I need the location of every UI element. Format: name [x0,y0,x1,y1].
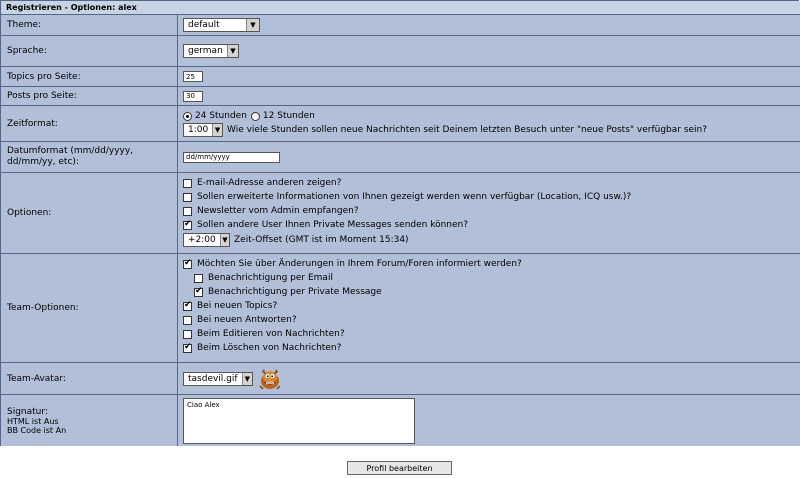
avatar-select[interactable]: tasdevil.gif ▼ [183,371,253,386]
row-dateformat: Datumformat (mm/dd/yyyy, dd/mm/yy, etc):… [1,142,800,173]
form-header: Registrieren - Optionen: alex [1,1,800,15]
notify-email-checkbox[interactable] [194,273,203,283]
chevron-down-icon: ▼ [241,372,252,385]
newsletter-checkbox[interactable] [183,206,192,216]
row-language: Sprache: german ▼ [1,36,800,67]
submit-profile-button[interactable]: Profil bearbeiten [347,461,452,475]
delete-checkbox[interactable] [183,342,192,353]
new-replies-checkbox-label: Bei neuen Antworten? [197,315,297,325]
radio-24h-label: 24 Stunden [195,111,247,121]
pm-checkbox-label: Sollen andere User Ihnen Private Message… [197,220,469,230]
extended-info-checkbox-label: Sollen erweiterte Informationen von Ihne… [197,192,632,202]
chevron-down-icon: ▼ [212,124,222,136]
options-label: Optionen: [1,173,178,253]
tasmanian-devil-avatar-icon [259,368,281,390]
row-posts: Posts pro Seite: 30 [1,87,800,106]
email-checkbox-label: E-mail-Adresse anderen zeigen? [197,178,342,188]
new-posts-hours-select[interactable]: 1:00 ▼ [183,123,223,137]
row-team-options: Team-Optionen: Möchten Sie über Änderung… [1,254,800,363]
dateformat-label: Datumformat (mm/dd/yyyy, dd/mm/yy, etc): [1,142,178,172]
notify-pm-checkbox-label: Benachrichtigung per Private Message [208,287,382,297]
row-timeformat: Zeitformat: 24 Stunden 12 Stunden 1:00 ▼… [1,106,800,142]
newsletter-checkbox-label: Newsletter vom Admin empfangen? [197,206,359,216]
radio-12h[interactable] [250,111,260,121]
notify-checkbox-label: Möchten Sie über Änderungen in Ihrem For… [197,259,522,269]
edit-checkbox-label: Beim Editieren von Nachrichten? [197,329,345,339]
language-label: Sprache: [1,36,178,66]
new-topics-checkbox[interactable] [183,300,192,311]
topics-label: Topics pro Seite: [1,67,178,86]
signature-bbcode-status: BB Code ist An [7,425,67,435]
row-theme: Theme: default ▼ [1,15,800,36]
new-topics-checkbox-label: Bei neuen Topics? [197,301,278,311]
notify-pm-checkbox[interactable] [194,286,203,297]
time-offset-select[interactable]: +2:00 ▼ [183,233,230,247]
new-replies-checkbox[interactable] [183,315,192,325]
row-options: Optionen: E-mail-Adresse anderen zeigen?… [1,173,800,254]
row-team-avatar: Team-Avatar: tasdevil.gif ▼ [1,363,800,395]
dateformat-input[interactable]: dd/mm/yyyy [183,151,280,163]
chevron-down-icon: ▼ [226,45,238,57]
team-avatar-label: Team-Avatar: [1,363,178,394]
pm-checkbox[interactable] [183,219,192,230]
chevron-down-icon: ▼ [246,19,259,31]
theme-select[interactable]: default ▼ [183,18,260,32]
posts-per-page-input[interactable]: 30 [183,90,203,102]
signature-textarea[interactable]: Ciao Alex [183,398,415,444]
signature-html-status: HTML ist Aus [7,416,59,426]
form-title: Registrieren - Optionen: alex [6,3,137,12]
email-checkbox[interactable] [183,178,192,188]
signature-label: Signatur: [7,406,48,417]
team-options-label: Team-Optionen: [1,254,178,362]
chevron-down-icon: ▼ [219,234,229,246]
delete-checkbox-label: Beim Löschen von Nachrichten? [197,343,342,353]
edit-checkbox[interactable] [183,329,192,339]
language-select[interactable]: german ▼ [183,44,239,58]
options-form: Registrieren - Optionen: alex Theme: def… [0,0,800,446]
topics-per-page-input[interactable]: 25 [183,71,203,82]
notify-email-checkbox-label: Benachrichtigung per Email [208,273,333,283]
row-topics: Topics pro Seite: 25 [1,67,800,87]
row-signature: Signatur: HTML ist Aus BB Code ist An Ci… [1,395,800,446]
notify-checkbox[interactable] [183,258,192,269]
posts-label: Posts pro Seite: [1,87,178,105]
timeformat-label: Zeitformat: [1,106,178,141]
radio-24h[interactable] [183,111,192,121]
new-posts-hours-text: Wie viele Stunden sollen neue Nachrichte… [227,125,708,135]
theme-label: Theme: [1,15,178,35]
time-offset-text: Zeit-Offset (GMT ist im Moment 15:34) [234,235,409,245]
extended-info-checkbox[interactable] [183,192,192,202]
radio-12h-label: 12 Stunden [262,111,315,121]
